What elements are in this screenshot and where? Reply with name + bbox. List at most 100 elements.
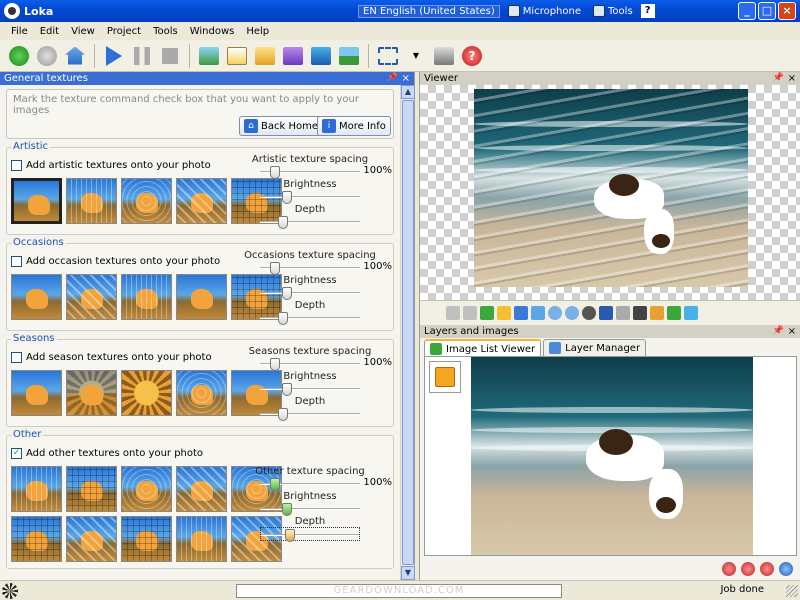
note-icon[interactable] <box>497 306 511 320</box>
resize-button[interactable] <box>308 43 334 69</box>
crop-icon[interactable] <box>633 306 647 320</box>
texture-thumbnail[interactable] <box>121 516 172 562</box>
menu-tools[interactable]: Tools <box>148 26 183 37</box>
new-file-button[interactable] <box>224 43 250 69</box>
brightness-slider[interactable] <box>260 190 360 204</box>
texture-thumbnail[interactable] <box>176 178 227 224</box>
pin-icon[interactable]: 📌 <box>773 325 784 338</box>
save-button[interactable] <box>280 43 306 69</box>
left-scrollbar[interactable]: ▲ ▼ <box>400 85 415 580</box>
home-button[interactable] <box>62 43 88 69</box>
menu-edit[interactable]: Edit <box>35 26 64 37</box>
back-button[interactable] <box>6 43 32 69</box>
texture-thumbnail[interactable] <box>66 178 117 224</box>
depth-slider[interactable] <box>260 407 360 421</box>
texture-thumbnail[interactable] <box>11 466 62 512</box>
texture-thumbnail[interactable] <box>176 516 227 562</box>
arrow-left-icon[interactable] <box>446 306 460 320</box>
remove-icon[interactable] <box>760 562 774 576</box>
eraser-icon[interactable] <box>616 306 630 320</box>
artistic-checkbox[interactable] <box>11 159 22 171</box>
texture-thumbnail[interactable] <box>176 274 227 320</box>
depth-slider[interactable] <box>260 527 360 542</box>
check-icon[interactable] <box>480 306 494 320</box>
more-info-button[interactable]: i More Info <box>317 116 391 136</box>
texture-thumbnail[interactable] <box>11 274 62 320</box>
selection-dropdown[interactable]: ▼ <box>403 43 429 69</box>
depth-slider[interactable] <box>260 215 360 229</box>
photo-icon[interactable] <box>650 306 664 320</box>
tools-button[interactable]: Tools <box>589 5 637 17</box>
texture-thumbnail[interactable] <box>11 178 62 224</box>
viewer-canvas[interactable] <box>420 85 800 300</box>
chart-icon[interactable] <box>667 306 681 320</box>
menu-help[interactable]: Help <box>241 26 274 37</box>
delete-all-icon[interactable] <box>741 562 755 576</box>
forward-button[interactable] <box>34 43 60 69</box>
microphone-button[interactable]: Microphone <box>504 5 585 17</box>
texture-thumbnail[interactable] <box>11 516 62 562</box>
image-list-area[interactable] <box>424 356 797 556</box>
scroll-up-icon[interactable]: ▲ <box>401 85 415 99</box>
close-panel-icon[interactable]: × <box>788 325 796 338</box>
zoom-out-icon[interactable] <box>565 306 579 320</box>
texture-thumbnail[interactable] <box>66 516 117 562</box>
landscape-icon[interactable] <box>684 306 698 320</box>
tab-image-list-viewer[interactable]: Image List Viewer <box>424 339 542 357</box>
texture-thumbnail[interactable] <box>66 466 117 512</box>
landscape-button[interactable] <box>336 43 362 69</box>
pause-button[interactable] <box>129 43 155 69</box>
other-checkbox[interactable]: ✓ <box>11 447 22 459</box>
arrow-right-icon[interactable] <box>463 306 477 320</box>
minimize-button[interactable]: _ <box>738 2 756 20</box>
open-button[interactable] <box>252 43 278 69</box>
help-icon[interactable]: ? <box>640 4 655 18</box>
selection-button[interactable] <box>375 43 401 69</box>
texture-thumbnail[interactable] <box>11 370 62 416</box>
resize-grip-icon[interactable] <box>786 585 798 597</box>
info-icon[interactable] <box>779 562 793 576</box>
texture-thumbnail[interactable] <box>176 370 227 416</box>
spacing-slider[interactable]: 100% <box>260 261 392 275</box>
layer-thumbnail-button[interactable] <box>429 361 461 393</box>
pen-icon[interactable] <box>599 306 613 320</box>
zoom-in-icon[interactable] <box>548 306 562 320</box>
image-list-photo[interactable] <box>471 357 753 555</box>
maximize-button[interactable]: □ <box>758 2 776 20</box>
other-checkbox-row[interactable]: ✓ Add other textures onto your photo <box>11 446 389 460</box>
texture-thumbnail[interactable] <box>121 370 172 416</box>
occasions-checkbox[interactable] <box>11 255 22 267</box>
close-panel-icon[interactable]: × <box>788 72 796 85</box>
texture-thumbnail[interactable] <box>66 370 117 416</box>
texture-thumbnail[interactable] <box>121 466 172 512</box>
print-button[interactable] <box>431 43 457 69</box>
menu-windows[interactable]: Windows <box>185 26 240 37</box>
brightness-slider[interactable] <box>260 382 360 396</box>
texture-thumbnail[interactable] <box>121 274 172 320</box>
pin-icon[interactable]: 📌 <box>387 72 398 85</box>
eye-icon[interactable] <box>582 306 596 320</box>
pin-icon[interactable]: 📌 <box>773 72 784 85</box>
texture-thumbnail[interactable] <box>66 274 117 320</box>
texture-thumbnail[interactable] <box>176 466 227 512</box>
scroll-thumb[interactable] <box>402 100 414 565</box>
spacing-slider[interactable]: 100% <box>260 165 392 179</box>
brightness-slider[interactable] <box>260 502 360 516</box>
help-button[interactable]: ? <box>459 43 485 69</box>
undo-icon[interactable] <box>514 306 528 320</box>
close-panel-icon[interactable]: × <box>402 72 410 85</box>
seasons-checkbox[interactable] <box>11 351 22 363</box>
brightness-slider[interactable] <box>260 286 360 300</box>
add-image-button[interactable] <box>196 43 222 69</box>
spacing-slider[interactable]: 100% <box>260 477 392 491</box>
spacing-slider[interactable]: 100% <box>260 357 392 371</box>
delete-icon[interactable] <box>722 562 736 576</box>
tab-layer-manager[interactable]: Layer Manager <box>543 339 647 356</box>
back-home-button[interactable]: ⌂ Back Home <box>239 116 323 136</box>
menu-project[interactable]: Project <box>102 26 146 37</box>
language-selector[interactable]: EN English (United States) <box>358 4 500 18</box>
depth-slider[interactable] <box>260 311 360 325</box>
menu-file[interactable]: File <box>6 26 33 37</box>
texture-thumbnail[interactable] <box>121 178 172 224</box>
menu-view[interactable]: View <box>66 26 100 37</box>
